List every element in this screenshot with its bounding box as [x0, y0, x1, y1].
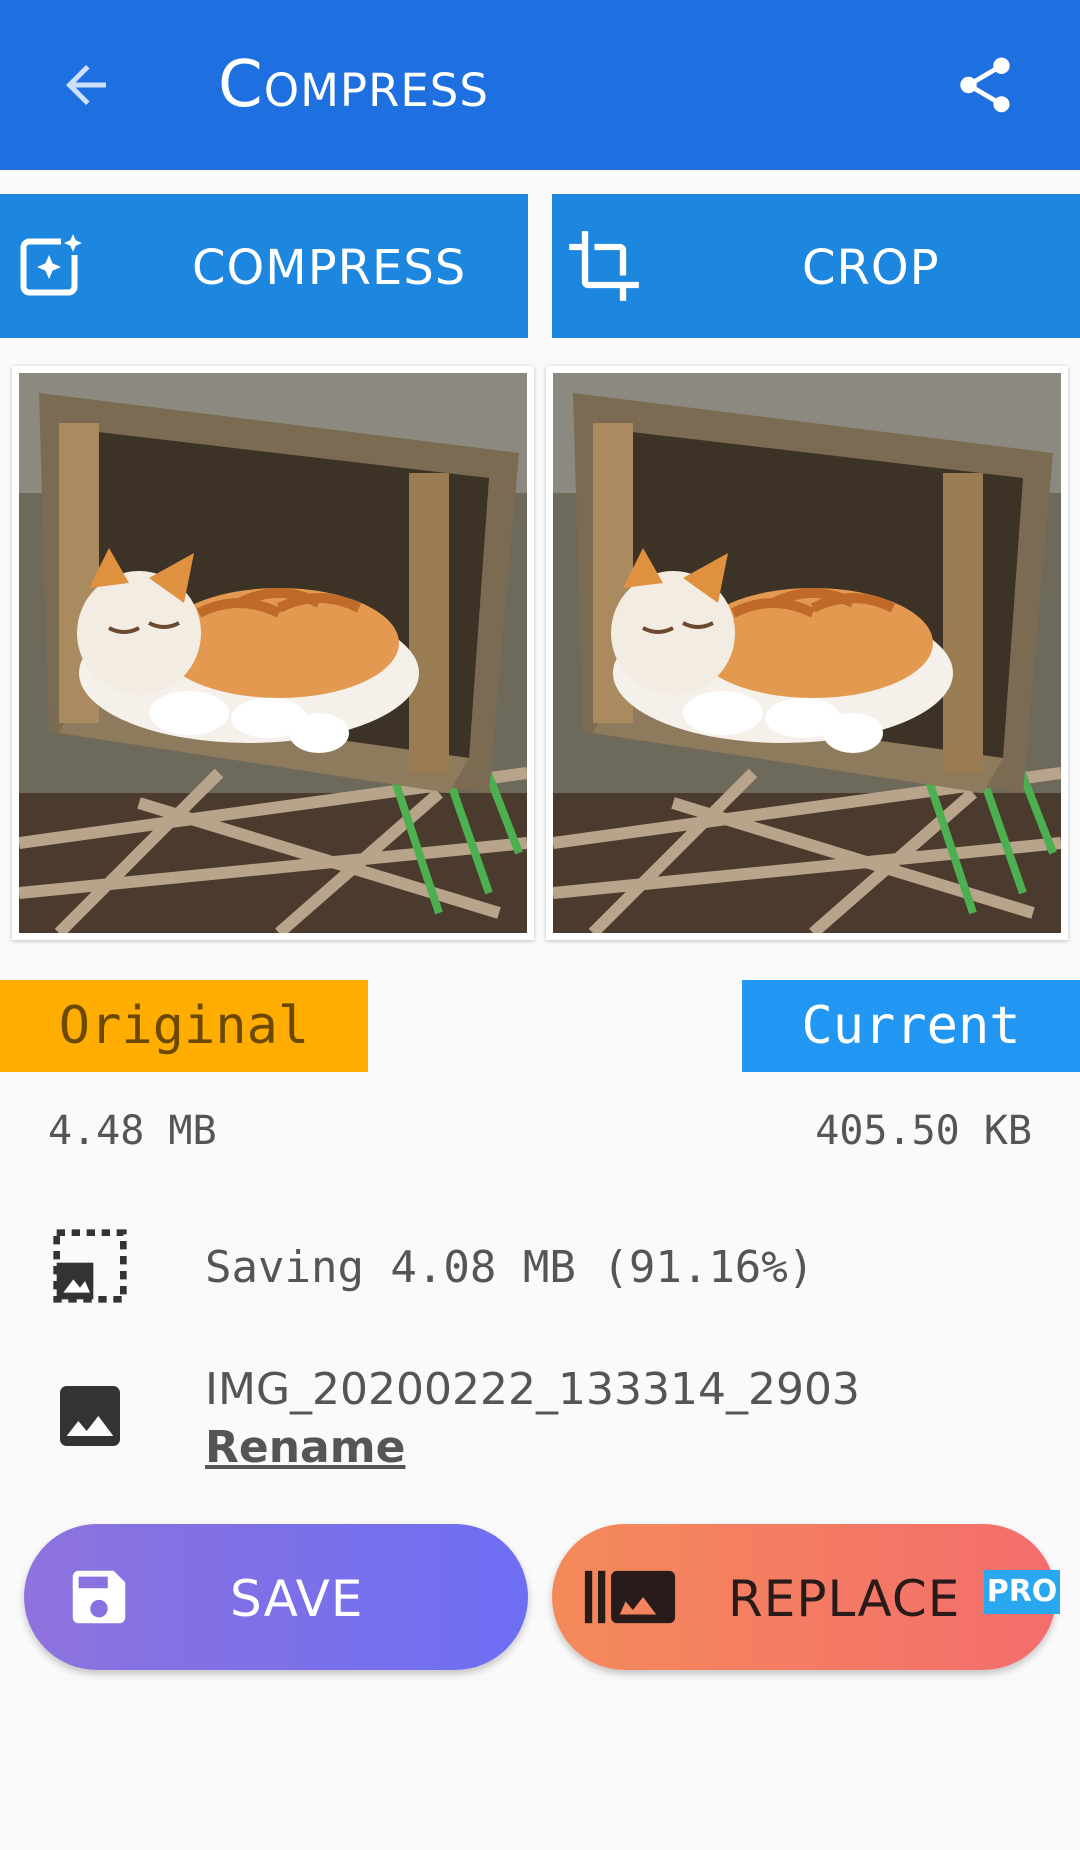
file-name: IMG_20200222_133314_2903 [205, 1364, 860, 1415]
page-title: Compress [218, 48, 489, 122]
compress-sparkle-icon [20, 228, 88, 296]
pro-badge: PRO [984, 1570, 1060, 1614]
save-button[interactable]: SAVE [24, 1524, 528, 1670]
image-icon [60, 1386, 120, 1446]
image-resize-icon [53, 1229, 127, 1303]
current-photo-card[interactable] [546, 366, 1068, 940]
crop-icon [569, 231, 639, 301]
share-icon[interactable] [952, 52, 1018, 118]
app-bar: Compress [0, 0, 1080, 170]
original-photo-card[interactable] [12, 366, 534, 940]
current-photo [552, 373, 1062, 938]
original-tag: Original [0, 980, 368, 1072]
crop-label: CROP [802, 240, 940, 296]
current-size: 405.50 KB [815, 1108, 1032, 1154]
save-icon [72, 1570, 126, 1624]
save-label: SAVE [230, 1570, 364, 1628]
original-photo [18, 373, 528, 938]
compress-button[interactable]: COMPRESS [0, 194, 528, 338]
rename-link[interactable]: Rename [205, 1422, 405, 1473]
replace-label: REPLACE [728, 1570, 961, 1628]
current-tag: Current [742, 980, 1080, 1072]
crop-button[interactable]: CROP [552, 194, 1080, 338]
original-size: 4.48 MB [48, 1108, 217, 1154]
compress-label: COMPRESS [192, 240, 467, 296]
replace-image-icon [584, 1570, 676, 1624]
back-arrow-icon[interactable] [56, 55, 116, 115]
replace-button[interactable]: REPLACE PRO [552, 1524, 1060, 1670]
saving-text: Saving 4.08 MB (91.16%) [205, 1242, 815, 1293]
